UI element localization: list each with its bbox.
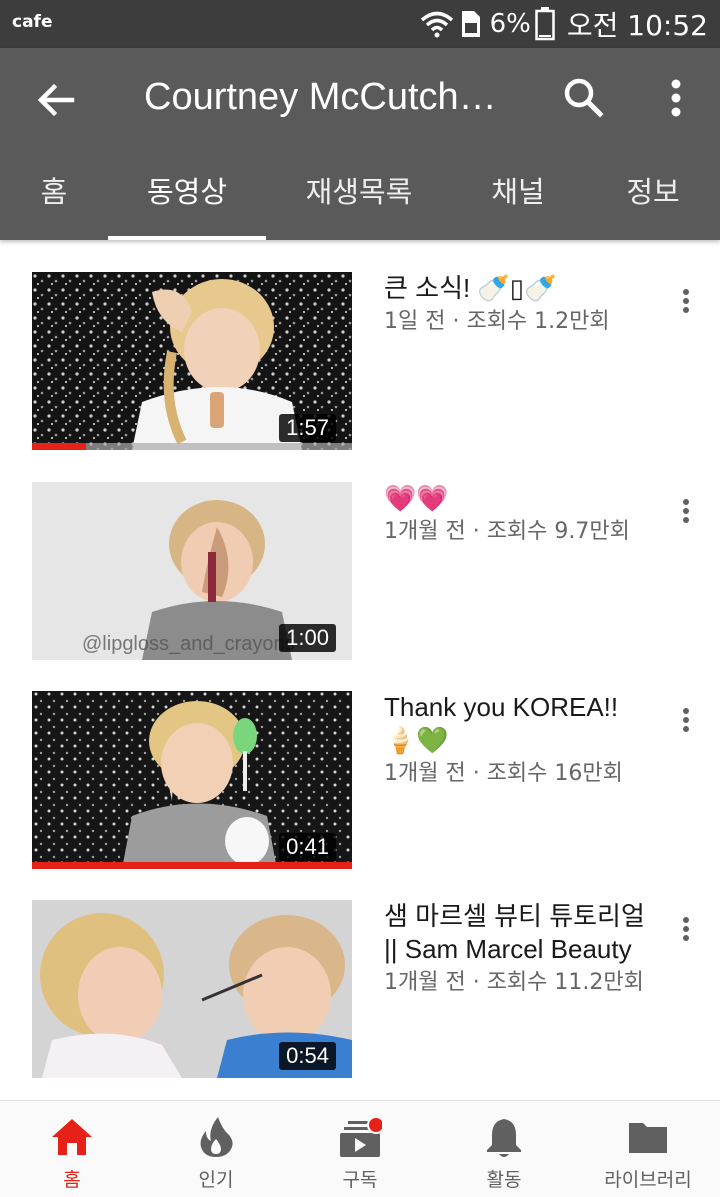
battery-icon [535,7,555,41]
sim-card-icon [460,9,482,39]
nav-library[interactable]: 라이브러리 [576,1101,720,1197]
video-menu-button[interactable] [672,496,700,528]
active-tab-indicator [108,236,266,240]
tab-channels[interactable]: 채널 [458,160,578,240]
status-app-label: cafe [12,12,53,32]
bottom-navigation: 홈 인기 구독 활동 라이브러리 [0,1100,720,1197]
folder-icon [626,1115,670,1159]
nav-library-label: 라이브러리 [604,1169,692,1191]
video-item[interactable]: 1:57 큰 소식! 🍼▯🍼 1일 전 · 조회수 1.2만회 [0,272,720,472]
nav-home-label: 홈 [63,1169,81,1191]
video-menu-button[interactable] [672,286,700,318]
status-indicators: 6% 오전 10:52 [420,4,708,44]
video-menu-button[interactable] [672,914,700,946]
back-button[interactable] [32,76,80,124]
search-button[interactable] [560,74,608,122]
video-info: 샘 마르셀 뷰티 튜토리얼 || Sam Marcel Beauty 1개월 전… [384,900,650,1000]
channel-app-bar: Courtney McCutch… 홈 동영상 재생목록 채널 정보 [0,48,720,240]
nav-activity[interactable]: 활동 [432,1101,576,1197]
status-time: 오전 10:52 [566,9,708,42]
wifi-icon [420,10,454,38]
bell-icon [482,1115,526,1159]
video-thumbnail[interactable]: 1:57 [32,272,352,450]
video-meta: 1개월 전 · 조회수 16만회 [384,761,623,786]
video-duration: 1:00 [279,624,336,652]
video-item[interactable]: 0:54 샘 마르셀 뷰티 튜토리얼 || Sam Marcel Beauty … [0,900,720,1100]
arrow-left-icon [32,83,80,128]
tab-playlists[interactable]: 재생목록 [284,160,434,240]
nav-subscriptions-label: 구독 [342,1169,378,1191]
video-thumbnail[interactable]: 0:41 [32,691,352,869]
search-icon [560,78,608,126]
video-watermark: @lipgloss_and_crayons [82,633,295,655]
nav-trending[interactable]: 인기 [144,1101,288,1197]
tab-home[interactable]: 홈 [0,160,108,240]
video-menu-button[interactable] [672,705,700,737]
battery-percent: 6% [489,9,531,39]
video-item[interactable]: @lipgloss_and_crayons 1:00 💗💗 1개월 전 · 조회… [0,482,720,682]
channel-tabs: 홈 동영상 재생목록 채널 정보 [0,160,720,240]
video-item[interactable]: 0:41 Thank you KOREA!! 🍦💚 1개월 전 · 조회수 16… [0,691,720,891]
tab-videos[interactable]: 동영상 [108,160,266,240]
video-thumbnail[interactable]: @lipgloss_and_crayons 1:00 [32,482,352,660]
video-meta: 1개월 전 · 조회수 9.7만회 [384,519,630,544]
nav-trending-label: 인기 [198,1169,234,1191]
flame-icon [194,1115,238,1159]
nav-home[interactable]: 홈 [0,1101,144,1197]
video-duration: 0:54 [279,1042,336,1070]
video-title[interactable]: 💗💗 [384,482,650,515]
channel-title: Courtney McCutch… [144,76,497,118]
video-duration: 0:41 [279,833,336,861]
video-title[interactable]: 샘 마르셀 뷰티 튜토리얼 || Sam Marcel Beauty [384,900,650,966]
nav-activity-label: 활동 [486,1169,522,1191]
watch-progress-fill [32,443,87,450]
subscriptions-icon [338,1115,385,1159]
home-icon [50,1115,94,1159]
status-bar: cafe 6% 오전 10:52 [0,0,720,48]
video-thumbnail[interactable]: 0:54 [32,900,352,1078]
watch-progress-bar [32,862,352,869]
video-meta: 1일 전 · 조회수 1.2만회 [384,309,610,334]
more-options-button[interactable] [654,74,698,122]
video-duration: 1:57 [279,414,336,442]
video-meta: 1개월 전 · 조회수 11.2만회 [384,970,644,995]
more-vert-icon [654,79,698,126]
tab-about[interactable]: 정보 [600,160,706,240]
video-title[interactable]: 큰 소식! 🍼▯🍼 [384,272,650,305]
watch-progress-fill [32,862,352,869]
watch-progress-bar [32,443,352,450]
video-info: 💗💗 1개월 전 · 조회수 9.7만회 [384,482,650,549]
nav-subscriptions[interactable]: 구독 [288,1101,432,1197]
video-info: 큰 소식! 🍼▯🍼 1일 전 · 조회수 1.2만회 [384,272,650,339]
video-title[interactable]: Thank you KOREA!! 🍦💚 [384,691,650,757]
video-info: Thank you KOREA!! 🍦💚 1개월 전 · 조회수 16만회 [384,691,650,791]
